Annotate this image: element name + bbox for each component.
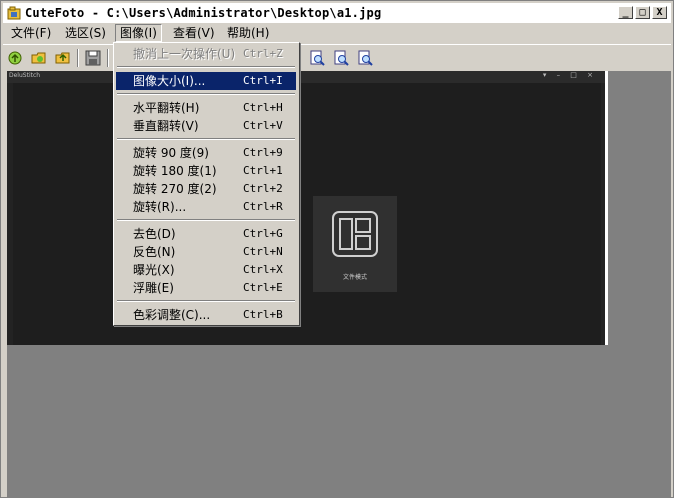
maximize-button[interactable]: □ xyxy=(635,6,650,19)
menu-separator xyxy=(117,219,295,221)
window-title: CuteFoto - C:\Users\Administrator\Deskto… xyxy=(25,6,382,20)
menu-exposure[interactable]: 曝光(X) Ctrl+X xyxy=(116,261,296,279)
zoom-fit-icon[interactable] xyxy=(355,48,375,68)
zoom-in-icon[interactable] xyxy=(307,48,327,68)
menu-view[interactable]: 查看(V) xyxy=(169,24,219,42)
menu-color-adjust[interactable]: 色彩调整(C)... Ctrl+B xyxy=(116,306,296,324)
menu-item-shortcut: Ctrl+1 xyxy=(243,164,283,177)
image-window-controls: ▾ – □ × xyxy=(542,71,597,79)
menu-item-shortcut: Ctrl+H xyxy=(243,101,283,114)
menu-item-label: 浮雕(E) xyxy=(133,281,174,295)
image-mode-card: 文件模式 xyxy=(313,196,397,292)
menu-image-size[interactable]: 图像大小(I)... Ctrl+I xyxy=(116,72,296,90)
menu-item-label: 去色(D) xyxy=(133,227,176,241)
menu-item-shortcut: Ctrl+R xyxy=(243,200,283,213)
menu-flip-horizontal[interactable]: 水平翻转(H) Ctrl+H xyxy=(116,99,296,117)
app-icon xyxy=(7,6,21,20)
menu-item-shortcut: Ctrl+I xyxy=(243,74,283,87)
menu-separator xyxy=(117,93,295,95)
new-icon[interactable] xyxy=(5,48,25,68)
menu-item-label: 旋转 270 度(2) xyxy=(133,182,217,196)
menu-item-label: 垂直翻转(V) xyxy=(133,119,199,133)
menu-image[interactable]: 图像(I) xyxy=(115,24,162,42)
close-button[interactable]: X xyxy=(652,6,667,19)
canvas-area[interactable]: DeluStitch ▾ – □ × 文件模式 xyxy=(7,71,671,497)
image-menu-dropdown: 撤消上一次操作(U) Ctrl+Z 图像大小(I)... Ctrl+I 水平翻转… xyxy=(113,42,300,326)
title-bar[interactable]: CuteFoto - C:\Users\Administrator\Deskto… xyxy=(3,3,671,23)
toolbar-separator xyxy=(107,49,109,67)
menu-item-shortcut: Ctrl+Z xyxy=(243,47,283,60)
save-icon[interactable] xyxy=(83,48,103,68)
menu-item-label: 撤消上一次操作(U) xyxy=(133,47,236,61)
menu-item-shortcut: Ctrl+9 xyxy=(243,146,283,159)
menu-rotate-270[interactable]: 旋转 270 度(2) Ctrl+2 xyxy=(116,180,296,198)
menu-item-label: 曝光(X) xyxy=(133,263,175,277)
loaded-image: DeluStitch ▾ – □ × 文件模式 xyxy=(7,71,608,345)
menu-rotate-180[interactable]: 旋转 180 度(1) Ctrl+1 xyxy=(116,162,296,180)
menu-item-label: 图像大小(I)... xyxy=(133,74,206,88)
app-window: CuteFoto - C:\Users\Administrator\Deskto… xyxy=(0,0,674,498)
menu-separator xyxy=(117,138,295,140)
menu-item-shortcut: Ctrl+2 xyxy=(243,182,283,195)
toolbar-separator xyxy=(77,49,79,67)
layout-icon xyxy=(332,211,378,257)
menu-selection[interactable]: 选区(S) xyxy=(61,24,110,42)
menu-item-shortcut: Ctrl+X xyxy=(243,263,283,276)
menu-item-label: 旋转 180 度(1) xyxy=(133,164,217,178)
menu-item-label: 水平翻转(H) xyxy=(133,101,200,115)
image-app-titlebar: DeluStitch ▾ – □ × xyxy=(7,71,605,83)
menu-separator xyxy=(117,300,295,302)
menu-item-shortcut: Ctrl+B xyxy=(243,308,283,321)
minimize-button[interactable]: _ xyxy=(618,6,633,19)
menu-item-shortcut: Ctrl+V xyxy=(243,119,283,132)
menu-invert[interactable]: 反色(N) Ctrl+N xyxy=(116,243,296,261)
menu-item-shortcut: Ctrl+E xyxy=(243,281,283,294)
zoom-out-icon[interactable] xyxy=(331,48,351,68)
menu-rotate-90[interactable]: 旋转 90 度(9) Ctrl+9 xyxy=(116,144,296,162)
menu-rotate-custom[interactable]: 旋转(R)... Ctrl+R xyxy=(116,198,296,216)
menu-emboss[interactable]: 浮雕(E) Ctrl+E xyxy=(116,279,296,297)
image-stage xyxy=(13,83,601,345)
menu-help[interactable]: 帮助(H) xyxy=(223,24,273,42)
menu-bar: 文件(F) 选区(S) 图像(I) 查看(V) 帮助(H) xyxy=(3,23,671,43)
menu-item-shortcut: Ctrl+N xyxy=(243,245,283,258)
menu-desaturate[interactable]: 去色(D) Ctrl+G xyxy=(116,225,296,243)
menu-item-shortcut: Ctrl+G xyxy=(243,227,283,240)
image-app-title: DeluStitch xyxy=(9,72,41,79)
menu-file[interactable]: 文件(F) xyxy=(7,24,55,42)
menu-item-label: 色彩调整(C)... xyxy=(133,308,211,322)
mode-label: 文件模式 xyxy=(342,274,367,281)
menu-undo[interactable]: 撤消上一次操作(U) Ctrl+Z xyxy=(116,45,296,63)
toolbar xyxy=(3,44,671,71)
menu-separator xyxy=(117,66,295,68)
open-icon[interactable] xyxy=(29,48,49,68)
open-folder-icon[interactable] xyxy=(53,48,73,68)
menu-item-label: 反色(N) xyxy=(133,245,176,259)
menu-item-label: 旋转 90 度(9) xyxy=(133,146,209,160)
menu-item-label: 旋转(R)... xyxy=(133,200,187,214)
menu-flip-vertical[interactable]: 垂直翻转(V) Ctrl+V xyxy=(116,117,296,135)
